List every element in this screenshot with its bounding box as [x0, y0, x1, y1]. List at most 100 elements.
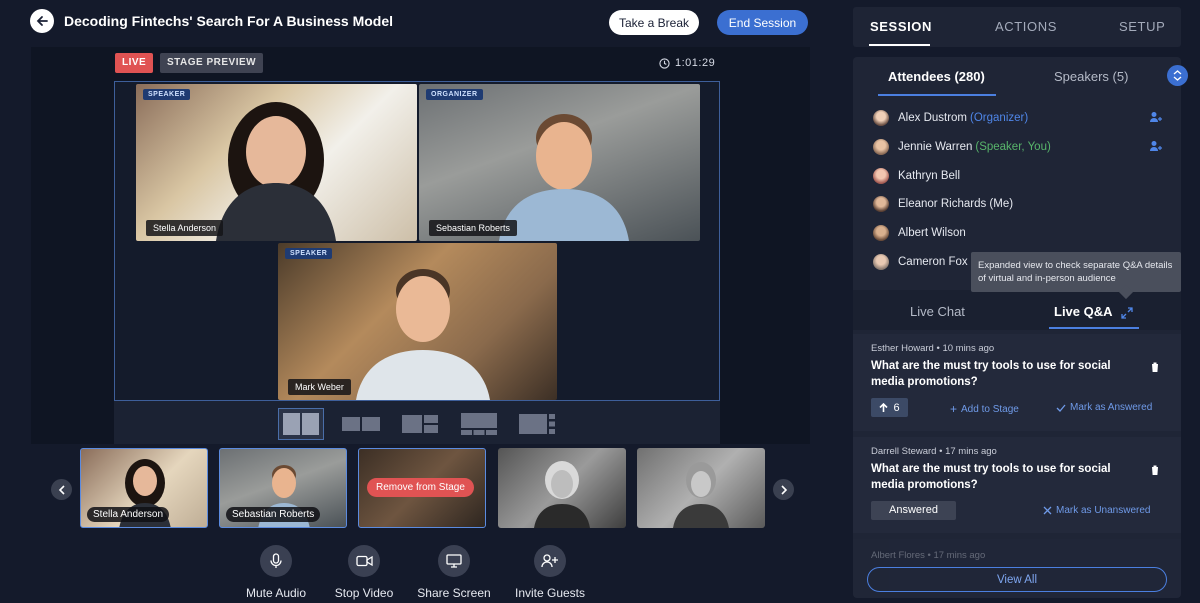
speaker-portrait [356, 269, 490, 400]
chevron-up-down-icon [1173, 70, 1182, 81]
layout-mosaic-icon [402, 415, 438, 433]
upvote-button[interactable]: 6 [871, 398, 908, 417]
video-tile-speaker-1[interactable]: SPEAKER Stella Anderson [136, 84, 417, 241]
mark-answered-label: Mark as Answered [1070, 402, 1153, 413]
thumbnail-2[interactable]: Sebastian Roberts [219, 448, 347, 528]
user-action-icon[interactable] [1149, 140, 1163, 152]
invite-guests-label: Invite Guests [514, 586, 586, 600]
add-to-stage-label: Add to Stage [961, 403, 1019, 415]
session-title: Decoding Fintechs' Search For A Business… [64, 13, 394, 29]
list-item[interactable]: Albert Wilson [853, 219, 1181, 248]
layout-option-side-by-side[interactable] [338, 408, 384, 440]
tab-attendees[interactable]: Attendees (280) [888, 69, 985, 84]
upvote-count: 6 [893, 401, 900, 414]
add-to-stage-link[interactable]: + Add to Stage [950, 402, 1019, 416]
thumbnail-1[interactable]: Stella Anderson [80, 448, 208, 528]
layout-two-icon [342, 417, 380, 431]
back-button[interactable] [30, 9, 54, 33]
carousel-prev-button[interactable] [51, 479, 72, 500]
avatar [873, 167, 889, 184]
clock-icon [659, 57, 670, 69]
role-tag: ORGANIZER [426, 89, 483, 100]
avatar [873, 225, 889, 242]
attendee-name: Albert Wilson [898, 227, 966, 240]
mute-audio-label: Mute Audio [245, 586, 307, 600]
plus-icon: + [950, 402, 958, 416]
view-all-button[interactable]: View All [867, 567, 1167, 592]
mark-answered-link[interactable]: Mark as Answered [1056, 402, 1152, 413]
share-screen-label: Share Screen [417, 586, 491, 600]
stop-video-label: Stop Video [334, 586, 394, 600]
stop-video-control[interactable]: Stop Video [319, 545, 409, 600]
question-meta: Darrell Steward • 17 mins ago [871, 446, 997, 457]
session-timer: 1:01:29 [659, 57, 715, 69]
right-panel-tabs: SESSION ACTIONS SETUP [853, 7, 1181, 47]
organizer-portrait [499, 114, 629, 241]
tab-speakers[interactable]: Speakers (5) [1054, 69, 1128, 84]
question-meta: Albert Flores • 17 mins ago [871, 550, 985, 561]
remove-from-stage-button[interactable]: Remove from Stage [367, 478, 474, 497]
question-author: Darrell Steward [871, 446, 937, 457]
arrow-up-icon [879, 402, 889, 412]
expand-icon[interactable] [1121, 307, 1133, 319]
avatar [873, 196, 889, 213]
question-time: 17 mins ago [933, 550, 986, 561]
role-tag: SPEAKER [143, 89, 191, 100]
layout-option-mosaic[interactable] [397, 408, 443, 440]
tab-actions[interactable]: ACTIONS [995, 19, 1057, 34]
end-session-button[interactable]: End Session [717, 10, 808, 35]
thumbnail-3[interactable]: Remove from Stage [358, 448, 486, 528]
name-tag: Stella Anderson [146, 220, 224, 236]
attendee-name: Cameron Fox [898, 255, 968, 268]
take-break-button[interactable]: Take a Break [609, 10, 699, 35]
tab-live-qa[interactable]: Live Q&A [1054, 304, 1113, 319]
video-camera-icon [355, 555, 373, 567]
layout-sidebar-icon [519, 414, 555, 434]
mute-audio-control[interactable]: Mute Audio [231, 545, 321, 600]
top-bar: Decoding Fintechs' Search For A Business… [0, 0, 830, 46]
layout-option-sidebar[interactable] [514, 408, 560, 440]
user-action-icon[interactable] [1149, 111, 1163, 123]
list-item[interactable]: Eleanor Richards (Me) [853, 190, 1181, 219]
chevron-right-icon [780, 484, 787, 495]
question-text: What are the must try tools to use for s… [871, 463, 1111, 491]
tab-session[interactable]: SESSION [870, 19, 932, 34]
layout-option-spotlight[interactable] [456, 408, 502, 440]
layout-option-grid-2[interactable] [278, 408, 324, 440]
question-author: Esther Howard [871, 343, 934, 354]
avatar [873, 139, 889, 156]
name-tag: Sebastian Roberts [429, 220, 518, 236]
invite-guests-control[interactable]: Invite Guests [505, 545, 595, 600]
video-tile-organizer[interactable]: ORGANIZER Sebastian Roberts [419, 84, 700, 241]
layout-selector [114, 401, 720, 444]
mute-audio-button[interactable] [260, 545, 292, 577]
thumbnail-portrait [534, 461, 590, 528]
question-author: Albert Flores [871, 550, 925, 561]
microphone-icon [270, 553, 282, 568]
layout-split-icon [283, 413, 319, 435]
thumbnail-portrait [673, 462, 729, 528]
carousel-next-button[interactable] [773, 479, 794, 500]
video-tile-speaker-2[interactable]: SPEAKER Mark Weber [278, 243, 557, 400]
invite-guests-button[interactable] [534, 545, 566, 577]
mark-unanswered-link[interactable]: Mark as Unanswered [1043, 505, 1150, 516]
avatar [873, 253, 889, 270]
tab-live-chat[interactable]: Live Chat [910, 304, 965, 319]
thumbnail-5[interactable] [637, 448, 765, 528]
share-screen-control[interactable]: Share Screen [409, 545, 499, 600]
tab-setup[interactable]: SETUP [1119, 19, 1165, 34]
share-screen-button[interactable] [438, 545, 470, 577]
list-item[interactable]: Jennie Warren (Speaker, You) [853, 133, 1181, 162]
chevron-left-icon [58, 484, 65, 495]
trash-icon[interactable] [1150, 361, 1160, 373]
panel-collapse-button[interactable] [1167, 65, 1188, 86]
attendee-name: Eleanor Richards (Me) [898, 198, 1014, 211]
attendee-role: (Organizer) [970, 112, 1029, 125]
thumbnail-4[interactable] [498, 448, 626, 528]
qa-tab-indicator [1049, 327, 1139, 329]
trash-icon[interactable] [1150, 464, 1160, 476]
list-item[interactable]: Alex Dustrom (Organizer) [853, 104, 1181, 133]
stop-video-button[interactable] [348, 545, 380, 577]
list-item[interactable]: Kathryn Bell [853, 161, 1181, 190]
thumbnail-name: Stella Anderson [87, 507, 170, 522]
